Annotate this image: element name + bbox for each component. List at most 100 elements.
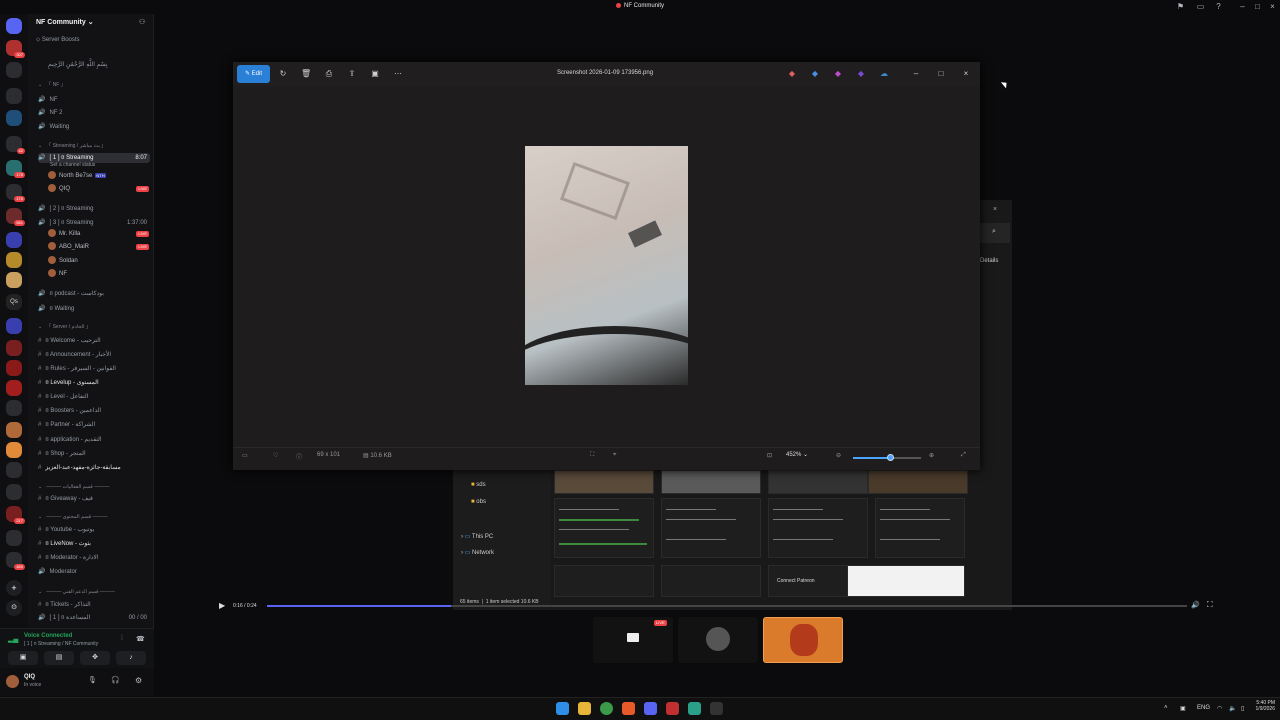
server-icon[interactable] [6, 530, 22, 546]
voice-user[interactable]: Mr. Killa LIVE [48, 228, 152, 240]
file-thumbnail[interactable] [554, 470, 654, 494]
maximize-icon[interactable]: □ [936, 69, 946, 79]
server-icon[interactable]: 460 [6, 552, 25, 570]
voice-user[interactable]: QIQ LIVE [48, 183, 152, 195]
zoom-select[interactable]: 452% ⌄ [786, 451, 808, 458]
copilot-icon[interactable]: ◆ [787, 69, 797, 79]
close-icon[interactable]: × [961, 69, 971, 79]
voice-user[interactable]: North Be7se NTH [48, 170, 152, 182]
dm-home-icon[interactable] [6, 18, 22, 34]
battery-icon[interactable]: ▯ [1241, 705, 1244, 712]
text-channel[interactable]: # ¤ Announcement - الأخبار [38, 350, 150, 360]
headset-icon[interactable]: 🎧 [111, 676, 120, 684]
username[interactable]: QIQ [24, 674, 35, 680]
tray-app-icon[interactable]: ▣ [1180, 705, 1186, 712]
wifi-icon[interactable]: ◠ [1217, 705, 1222, 712]
file-thumbnail[interactable] [768, 470, 868, 494]
server-icon[interactable] [6, 318, 22, 334]
text-channel[interactable]: # ¤ Moderator - الادارة [38, 553, 150, 563]
server-name[interactable]: NF Community ⌄ [36, 18, 94, 26]
text-channel[interactable]: # ¤ application - التقديم [38, 435, 150, 445]
avatar[interactable] [6, 675, 19, 688]
channel-category[interactable]: ⌄ 「 Server / الخادم 」 [38, 322, 150, 332]
server-boosts[interactable]: ⬦ Server Boosts [36, 37, 80, 44]
mic-icon[interactable]: 🎙 [88, 676, 97, 684]
server-icon[interactable] [6, 252, 22, 268]
brave-icon[interactable] [622, 702, 635, 715]
file-explorer-icon[interactable] [578, 702, 591, 715]
intro-channel[interactable]: بِسْمِ اللَّهِ الرَّحْمَٰنِ الرَّحِيمِ [48, 61, 108, 68]
server-icon[interactable]: 42 [6, 136, 25, 154]
settings-icon[interactable]: ⚙ [135, 676, 142, 685]
server-icon[interactable] [6, 360, 22, 376]
help-icon[interactable]: ? [1214, 2, 1223, 11]
voice-channel[interactable]: 🔊 NF [38, 95, 150, 105]
file-thumbnail[interactable] [868, 470, 968, 494]
soundboard-button[interactable]: ♪ [116, 651, 146, 665]
file-thumbnail[interactable] [875, 498, 965, 558]
clipchamp-icon[interactable]: ◆ [833, 69, 843, 79]
nav-item[interactable]: ■ sds [471, 482, 486, 488]
discover-icon[interactable]: ⊙ [6, 600, 22, 616]
server-icon[interactable]: 217 [6, 506, 25, 524]
more-icon[interactable]: ⋯ [393, 69, 403, 79]
discord-icon[interactable] [644, 702, 657, 715]
invite-icon[interactable]: ⚇ [139, 18, 145, 26]
server-icon[interactable]: 176 [6, 184, 25, 202]
volume-icon[interactable]: 🔊 [1191, 601, 1200, 609]
nav-item[interactable]: › ▭ This PC [461, 533, 493, 540]
text-channel[interactable]: # ¤ Tickets - التذاكر [38, 600, 150, 610]
text-channel[interactable]: # ¤ Rules - القوانين - السيرفر [38, 364, 150, 374]
file-thumbnail[interactable] [661, 565, 761, 597]
clock[interactable]: 5:40 PM 1/9/2026 [1247, 700, 1275, 712]
close-icon[interactable]: × [993, 206, 997, 213]
voice-channel[interactable]: 🔊 Waiting [38, 122, 150, 132]
signal-icon[interactable]: ▂▄ [8, 635, 18, 643]
fit-icon[interactable]: ⊡ [767, 452, 772, 459]
server-icon[interactable] [6, 400, 22, 416]
language-indicator[interactable]: ENG [1197, 705, 1210, 711]
server-icon[interactable] [6, 380, 22, 396]
edit-button[interactable]: ✎ Edit [237, 65, 270, 83]
server-icon[interactable] [6, 232, 22, 248]
channel-category[interactable]: ⌄ 「 NF 」 [38, 80, 150, 90]
voice-channel[interactable]: [ 1 ] ¤ Streaming / NF Community [24, 641, 98, 647]
zoom-in-icon[interactable]: ⊕ [929, 452, 934, 459]
server-icon[interactable] [6, 462, 22, 478]
filmstrip-icon[interactable]: ▭ [242, 452, 248, 459]
voice-channel[interactable]: 🔊 ¤ Waiting [38, 304, 150, 314]
visual-search-icon[interactable]: ⌖ [613, 452, 616, 459]
voice-channel[interactable]: 🔊 Moderator [38, 567, 150, 577]
text-channel[interactable]: # ¤ Levelup - المستوى [38, 378, 150, 388]
onedrive-icon[interactable]: ☁ [879, 69, 889, 79]
file-thumbnail[interactable] [554, 565, 654, 597]
zoom-out-icon[interactable]: ⊖ [836, 452, 841, 459]
server-icon[interactable]: 561 [6, 208, 25, 226]
text-channel[interactable]: # ¤ Partner - الشراكة [38, 420, 150, 430]
designer-icon[interactable]: ◆ [810, 69, 820, 79]
inbox-icon[interactable]: ⚑ [1176, 2, 1185, 11]
server-icon[interactable]: Qs [6, 294, 22, 310]
details-button[interactable]: Details [980, 258, 998, 264]
voice-channel[interactable]: 🔊 NF 2 [38, 108, 150, 118]
onenote-icon[interactable]: ◆ [856, 69, 866, 79]
channel-category[interactable]: ⌄ ——— قسم الدعم الفني ——— [38, 587, 150, 597]
fullscreen-icon[interactable]: ⛶ [1207, 600, 1213, 610]
text-channel[interactable]: # ¤ Giveaway - قيف [38, 494, 150, 504]
server-icon[interactable] [6, 110, 22, 126]
tray-chevron-icon[interactable]: ˄ [1164, 705, 1168, 711]
file-thumbnail-selected[interactable] [847, 565, 965, 597]
rotate-icon[interactable]: ↻ [278, 69, 288, 79]
text-channel[interactable]: # ¤ Shop - المتجر [38, 449, 150, 459]
minimize-icon[interactable]: – [1238, 2, 1247, 11]
server-icon[interactable] [6, 340, 22, 356]
channel-category[interactable]: ⌄ ——— قسم الفعاليات ——— [38, 482, 150, 492]
crop-icon[interactable]: ⛶ [590, 452, 594, 459]
activities-button[interactable]: ✥ [80, 651, 110, 665]
stream-tile[interactable]: LIVE [593, 617, 673, 663]
share-icon[interactable]: ⇪ [347, 69, 357, 79]
add-server-icon[interactable]: + [6, 580, 22, 596]
text-channel[interactable]: # ¤ Boosters - الداعمين [38, 406, 150, 416]
print-icon[interactable]: ⎙ [324, 69, 334, 79]
noise-icon[interactable]: ⫶ [121, 635, 123, 643]
